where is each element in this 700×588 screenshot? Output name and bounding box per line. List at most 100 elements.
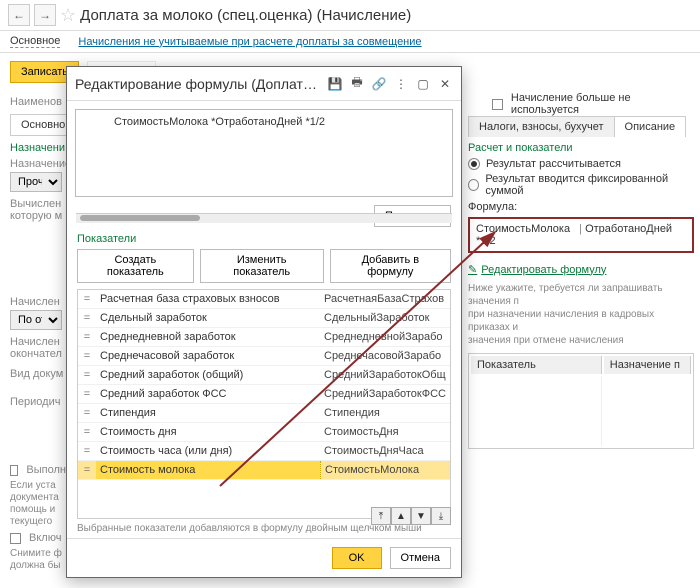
row-name: Средний заработок (общий) [96,366,320,384]
formula-editor-dialog: Редактирование формулы (Доплат… 💾 🖶 🔗 ⋮ … [66,66,462,578]
name-label: Наименов [10,96,66,108]
perform-label: Выполн [26,464,66,476]
radio-fixed[interactable] [468,179,479,191]
row-name: Сдельный заработок [96,309,320,327]
include-checkbox[interactable] [10,533,21,544]
bg-note2: Снимите ф должна бы [10,548,66,572]
radio-fixed-label: Результат вводится фиксированной суммой [485,173,694,197]
accrual-select[interactable]: По отдель [10,310,62,330]
print-icon[interactable]: 🖶 [349,73,365,94]
list-item[interactable]: =Расчетная база страховых взносовРасчетн… [78,290,450,309]
row-name: Расчетная база страховых взносов [96,290,320,308]
pencil-icon: ✎ [468,263,477,276]
link-excluded-accruals[interactable]: Начисления не учитываемые при расчете до… [78,36,421,48]
list-item[interactable]: =Стоимость часа (или дня)СтоимостьДняЧас… [78,442,450,461]
perform-checkbox[interactable] [10,465,18,476]
list-item[interactable]: =Средний заработок ФСССреднийЗаработокФС… [78,385,450,404]
forward-button[interactable]: → [34,4,56,26]
row-value: СреднечасовойЗарабо [320,347,450,365]
row-icon: = [78,404,96,422]
formula-label: Формула: [468,201,694,213]
add-to-formula-button[interactable]: Добавить в формулу [330,249,451,283]
row-value: СтоимостьДняЧаса [320,442,450,460]
purpose-select[interactable]: Прочие н [10,172,62,192]
row-value: СдельныйЗаработок [320,309,450,327]
row-value: СреднийЗаработокФСС [320,385,450,403]
bg-note: Если уста документа помощь и текущего [10,480,66,528]
radio-calculated[interactable] [468,158,480,170]
edit-formula-link[interactable]: ✎ Редактировать формулу [468,263,694,276]
maximize-icon[interactable]: ▢ [415,77,431,91]
bg-t5: Вид докум [10,368,66,380]
formula-textarea[interactable]: СтоимостьМолока *ОтработаноДней *1/2 [75,109,453,197]
cancel-button[interactable]: Отмена [390,547,451,569]
tab-description[interactable]: Описание [614,116,687,137]
move-bottom-button[interactable]: ⤓ [431,507,451,525]
edit-indicator-button[interactable]: Изменить показатель [200,249,324,283]
save-icon[interactable]: 💾 [327,77,343,91]
indicators-section: Показатели [67,233,461,249]
row-name: Среднечасовой заработок [96,347,320,365]
row-name: Стоимость дня [96,423,320,441]
row-icon: = [78,366,96,384]
ok-button[interactable]: OK [332,547,382,569]
close-icon[interactable]: ✕ [437,77,453,91]
row-icon: = [78,290,96,308]
row-name: Средний заработок ФСС [96,385,320,403]
move-top-button[interactable]: ⤒ [371,507,391,525]
list-item[interactable]: =Стоимость дняСтоимостьДня [78,423,450,442]
col-purpose: Назначение п [604,356,691,374]
row-value: СтоимостьДня [320,423,450,441]
tab-taxes[interactable]: Налоги, взносы, бухучет [468,116,615,137]
list-item[interactable]: =Среднедневной заработокСреднедневнойЗар… [78,328,450,347]
tab-main[interactable]: Основное [10,35,60,48]
dialog-title: Редактирование формулы (Доплат… [75,76,321,92]
move-up-button[interactable]: ▲ [391,507,411,525]
bg-t6: Периодич [10,396,66,408]
row-value: СтоимостьМолока [320,461,450,479]
accrual-label: Начислен [10,296,66,308]
formula-display: СтоимостьМолока | ОтработаноДней *1/2 [468,217,694,253]
purpose-label: Назначение [10,158,66,170]
row-icon: = [78,385,96,403]
purpose-section: Назначени [10,142,66,154]
page-title: Доплата за молоко (спец.оценка) (Начисле… [80,7,411,24]
list-item[interactable]: =Среднечасовой заработокСреднечасовойЗар… [78,347,450,366]
bg-t3: Начислен [10,336,66,348]
row-icon: = [78,309,96,327]
row-name: Стоимость часа (или дня) [96,442,320,460]
include-label: Включ [29,532,61,544]
radio-calculated-label: Результат рассчитывается [486,158,621,170]
right-hint: Ниже укажите, требуется ли запрашивать з… [468,282,694,347]
not-used-checkbox[interactable] [492,99,503,110]
move-down-button[interactable]: ▼ [411,507,431,525]
row-value: РасчетнаяБазаСтрахов [320,290,450,308]
indicators-list[interactable]: =Расчетная база страховых взносовРасчетн… [77,289,451,519]
row-icon: = [78,347,96,365]
row-icon: = [78,328,96,346]
list-item[interactable]: =СтипендияСтипендия [78,404,450,423]
row-value: СреднийЗаработокОбщ [320,366,450,384]
more-icon[interactable]: ⋮ [393,77,409,91]
col-indicator: Показатель [471,356,602,374]
row-name: Среднедневной заработок [96,328,320,346]
not-used-label: Начисление больше не используется [511,92,700,116]
link-icon[interactable]: 🔗 [371,77,387,91]
edit-formula-label: Редактировать формулу [481,264,606,276]
favorite-star-icon[interactable]: ☆ [60,5,76,26]
formula-part1: СтоимостьМолока [476,223,570,235]
list-item[interactable]: =Стоимость молокаСтоимостьМолока [78,461,450,480]
list-item[interactable]: =Средний заработок (общий)СреднийЗаработ… [78,366,450,385]
list-item[interactable]: =Сдельный заработокСдельныйЗаработок [78,309,450,328]
row-icon: = [78,442,96,460]
back-button[interactable]: ← [8,4,30,26]
bg-t4: окончател [10,348,66,360]
row-name: Стоимость молока [96,461,320,479]
row-value: Стипендия [320,404,450,422]
row-value: СреднедневнойЗарабо [320,328,450,346]
row-name: Стипендия [96,404,320,422]
calc-text1: Вычислен [10,198,66,210]
row-icon: = [78,423,96,441]
row-icon: = [78,461,96,479]
create-indicator-button[interactable]: Создать показатель [77,249,194,283]
